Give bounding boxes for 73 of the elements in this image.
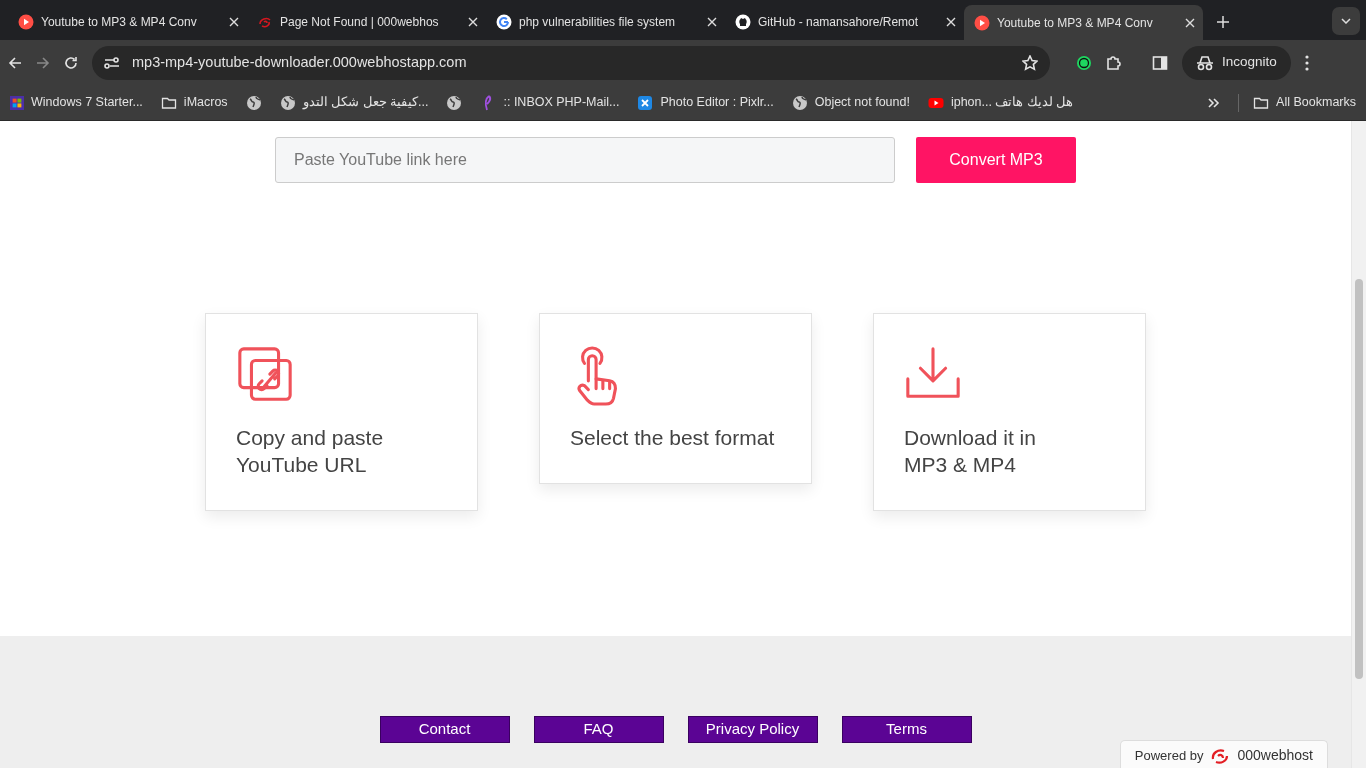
close-icon[interactable] [468,16,478,27]
bookmark[interactable] [245,94,262,111]
bookmark[interactable]: كيفية جعل شكل التدو... [279,93,429,112]
puzzle-icon[interactable] [1106,54,1122,71]
bookmark[interactable]: iMacros [160,93,228,112]
bookmark-label: Windows 7 Starter... [31,94,143,112]
footer-link[interactable]: Contact [379,716,510,743]
convert-button[interactable]: Convert MP3 [916,137,1076,183]
pixlr-icon [637,94,654,111]
globe-icon [446,94,463,111]
footer-link[interactable]: FAQ [533,716,664,743]
url-input-field[interactable]: Paste YouTube link here [275,137,895,183]
url-text: mp3-mp4-youtube-downloader.000webhostapp.com [132,52,468,72]
bookmark-label: كيفية جعل شكل التدو... [302,94,429,112]
github-icon [735,13,751,30]
powered-by-text: Powered by [1134,746,1204,765]
star-icon[interactable] [1022,54,1038,71]
bookmark-label: iphon... هل لديك هاتف [950,94,1074,112]
globe-icon [245,94,262,111]
close-icon[interactable] [1185,17,1195,28]
footer-link[interactable]: Terms [841,716,972,743]
step-text: Select the best format [570,425,776,451]
browser-tab[interactable]: GitHub - namansahore/Remot [725,5,964,38]
tab-title: Youtube to MP3 & MP4 Conv [41,13,198,31]
bookmark-label: Object not found! [814,94,910,112]
tab-title: php vulnerabilities file system [519,13,677,31]
google-icon [496,13,512,30]
bookmark-label: iMacros [183,94,228,112]
browser-tab[interactable]: Youtube to MP3 & MP4 Conv [8,5,247,38]
menu-icon[interactable] [1304,54,1309,71]
powered-by-badge[interactable]: Powered by 000webhost [1119,740,1328,768]
more-bookmarks-icon[interactable] [1208,97,1221,108]
bookmark-label: Photo Editor : Pixlr... [660,94,774,112]
tab-search-button[interactable] [1332,7,1360,35]
browser-tab[interactable]: Youtube to MP3 & MP4 Conv [964,5,1203,40]
globe-icon [279,94,296,111]
browser-tab[interactable]: Page Not Found | 000webhos [247,5,486,38]
tab-title: Youtube to MP3 & MP4 Conv [997,14,1154,32]
bookmark[interactable] [446,94,463,111]
browser-tab[interactable]: php vulnerabilities file system [486,5,725,38]
incognito-button[interactable]: Incognito [1182,45,1291,80]
windows-icon [10,95,24,110]
caret-icon [1341,18,1351,24]
bookmark-label: :: INBOX PHP-Mail... [503,94,620,112]
close-icon[interactable] [229,16,239,27]
tab-title: GitHub - namansahore/Remot [758,13,920,31]
bookmark[interactable]: Object not found! [791,93,910,112]
footer-link[interactable]: Privacy Policy [687,716,818,743]
back-icon[interactable] [8,55,22,70]
close-icon[interactable] [707,16,717,27]
scrollbar-thumb[interactable] [1355,279,1363,679]
side-panel-icon[interactable] [1152,54,1168,71]
address-bar[interactable]: mp3-mp4-youtube-downloader.000webhostapp.com [92,45,1050,80]
step-text: Download it in MP3 & MP4 [904,425,1037,478]
bookmark[interactable]: iphon... هل لديك هاتف [927,93,1074,112]
extension-icon[interactable] [1076,54,1092,71]
incognito-icon [1196,54,1214,71]
bookmark-label: All Bookmarks [1276,94,1356,112]
step-text: Copy and paste YouTube URL [236,425,385,478]
new-tab-icon[interactable] [1217,16,1229,28]
bookmark[interactable]: :: INBOX PHP-Mail... [480,93,620,112]
reload-icon[interactable] [64,55,78,70]
bookmark[interactable]: Windows 7 Starter... [10,93,143,112]
site-settings-icon[interactable] [104,55,120,70]
close-icon[interactable] [946,16,956,27]
forward-icon[interactable] [36,55,50,70]
bookmark[interactable]: Photo Editor : Pixlr... [637,93,774,112]
play-icon [18,13,34,30]
brand-name: 000webhost [1237,746,1313,765]
tab-title: Page Not Found | 000webhos [280,13,440,31]
play-icon [974,14,990,31]
bookmark[interactable]: All Bookmarks [1253,93,1356,112]
globe-icon [791,94,808,111]
